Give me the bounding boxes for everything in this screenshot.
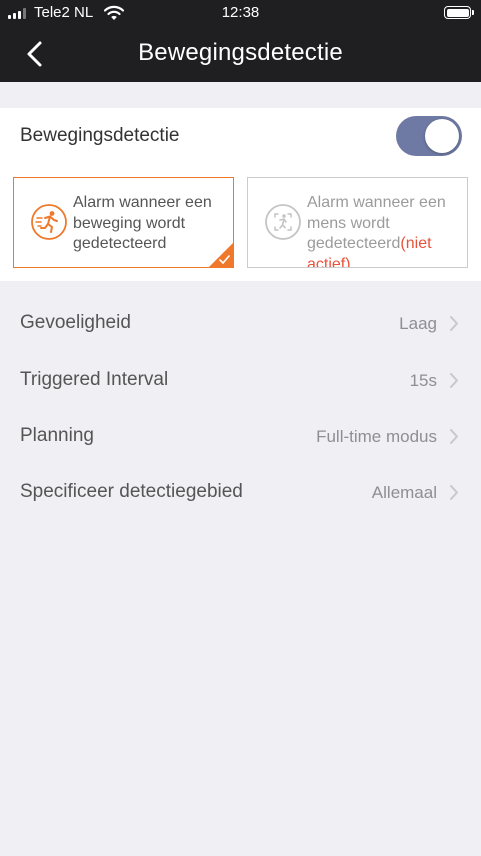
option-human-alarm[interactable]: Alarm wanneer een mens wordt gedetecteer… bbox=[247, 177, 468, 268]
running-person-icon bbox=[31, 204, 67, 240]
chevron-right-icon bbox=[450, 429, 458, 444]
option-motion-alarm[interactable]: Alarm wanneer een beweging wordt gedetec… bbox=[13, 177, 234, 268]
setting-label: Specificeer detectiegebied bbox=[20, 481, 243, 502]
setting-label: Planning bbox=[20, 425, 94, 446]
page-title: Bewegingsdetectie bbox=[138, 39, 343, 66]
setting-label: Triggered Interval bbox=[20, 369, 169, 390]
toggle-knob bbox=[425, 119, 459, 153]
chevron-right-icon bbox=[450, 373, 458, 388]
setting-value: Laag bbox=[399, 314, 437, 333]
setting-label: Gevoeligheid bbox=[20, 312, 131, 333]
setting-row-sensitivity[interactable]: Gevoeligheid Laag bbox=[0, 295, 481, 351]
setting-row-triggered-interval[interactable]: Triggered Interval 15s bbox=[0, 352, 481, 408]
clock: 12:38 bbox=[221, 4, 260, 21]
status-bar: Tele2 NL 12:38 bbox=[0, 0, 481, 26]
selected-check-icon bbox=[209, 243, 233, 267]
chevron-right-icon bbox=[450, 316, 458, 331]
chevron-right-icon bbox=[450, 485, 458, 500]
setting-row-planning[interactable]: Planning Full-time modus bbox=[0, 408, 481, 464]
human-detection-icon bbox=[265, 204, 301, 240]
motion-detection-toggle[interactable] bbox=[396, 116, 462, 156]
motion-detection-label: Bewegingsdetectie bbox=[20, 125, 180, 146]
setting-value: Full-time modus bbox=[316, 427, 437, 446]
setting-row-detection-area[interactable]: Specificeer detectiegebied Allemaal bbox=[0, 464, 481, 520]
navigation-bar: Bewegingsdetectie bbox=[0, 26, 481, 82]
option-motion-text: Alarm wanneer een beweging wordt gedetec… bbox=[73, 194, 212, 252]
setting-value: 15s bbox=[409, 371, 437, 390]
setting-value: Allemaal bbox=[371, 483, 437, 502]
battery-icon bbox=[444, 6, 474, 19]
option-human-text: Alarm wanneer een mens wordt gedetecteer… bbox=[307, 193, 465, 267]
